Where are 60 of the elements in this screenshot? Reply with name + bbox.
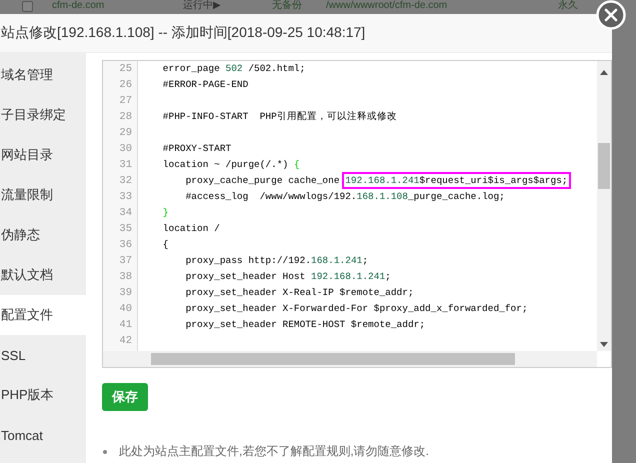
line-number: 38 bbox=[118, 270, 133, 285]
close-button[interactable] bbox=[596, 0, 626, 30]
line-number: 31 bbox=[118, 158, 133, 173]
line-number: 32 bbox=[118, 174, 133, 189]
table-cell-text: 运行中▶ bbox=[183, 0, 222, 12]
code-line: proxy_set_header REMOTE-HOST $remote_addr; bbox=[184, 318, 426, 332]
scrollbar-thumb[interactable] bbox=[151, 353, 515, 365]
code-line: { bbox=[162, 238, 170, 252]
code-line: #PROXY-START bbox=[162, 142, 232, 156]
line-number: 30 bbox=[118, 142, 133, 157]
code-text: proxy_cache_purge cache_one bbox=[184, 175, 341, 186]
dialog-title: 站点修改[192.168.1.108] -- 添加时间[2018-09-25 10:48:17] bbox=[1, 24, 366, 42]
code-line: #PHP-INFO-START PHP引用配置，可以注释或修改 bbox=[162, 110, 398, 124]
table-cell-text: cfm-de.com bbox=[52, 0, 106, 12]
line-number: 34 bbox=[118, 206, 133, 221]
sidebar-item[interactable]: 伪静态 bbox=[0, 215, 86, 255]
code-line: proxy_set_header Host 192.168.1.241; bbox=[184, 270, 392, 284]
vertical-scrollbar[interactable] bbox=[597, 61, 611, 351]
code-line: proxy_pass http://192.168.1.241; bbox=[184, 254, 370, 268]
sidebar-item[interactable]: SSL bbox=[0, 335, 86, 375]
line-number: 26 bbox=[118, 78, 133, 93]
line-number: 28 bbox=[118, 110, 133, 125]
code-line: location ~ /purge(/.*) { bbox=[162, 158, 301, 172]
sidebar-item[interactable]: Tomcat bbox=[0, 415, 86, 455]
table-cell-text: 无备份 bbox=[272, 0, 303, 12]
bullet-icon bbox=[103, 450, 107, 454]
code-editor[interactable] bbox=[102, 60, 612, 368]
line-number: 37 bbox=[118, 254, 133, 269]
sidebar-item[interactable]: 流量限制 bbox=[0, 175, 86, 215]
code-line: proxy_set_header X-Forwarded-For $proxy_add_x_forwarded_for; bbox=[184, 302, 529, 316]
checkbox[interactable] bbox=[22, 1, 33, 12]
sidebar-item[interactable]: 配置文件 bbox=[0, 295, 86, 335]
note-text: 此处为站点主配置文件,若您不了解配置规则,请勿随意修改. bbox=[119, 443, 430, 460]
line-number: 27 bbox=[118, 94, 133, 109]
highlight-box: 192.168.1.241$request_uri$is_args$args; bbox=[345, 175, 568, 186]
sidebar-item[interactable]: 子目录绑定 bbox=[0, 95, 86, 135]
code-line: } bbox=[162, 206, 170, 220]
line-number: 29 bbox=[118, 126, 133, 141]
line-number: 25 bbox=[118, 62, 133, 77]
sidebar-item[interactable]: 域名管理 bbox=[0, 55, 86, 95]
sidebar-item[interactable]: 默认文档 bbox=[0, 255, 86, 295]
scroll-down-icon[interactable] bbox=[600, 342, 608, 347]
scroll-up-icon[interactable] bbox=[600, 70, 608, 75]
line-number: 36 bbox=[118, 238, 133, 253]
code-line: #access_log /www/wwwlogs/192.168.1.108_purge_cache.log; bbox=[184, 190, 506, 204]
line-number: 41 bbox=[118, 318, 133, 333]
code-line: proxy_set_header X-Real-IP $remote_addr; bbox=[184, 286, 415, 300]
scrollbar-thumb[interactable] bbox=[598, 143, 610, 189]
sidebar-item[interactable]: 网站目录 bbox=[0, 135, 86, 175]
table-cell-text: /www/wwwroot/cfm-de.com bbox=[326, 0, 448, 12]
line-number: 33 bbox=[118, 190, 133, 205]
sidebar-item[interactable]: PHP版本 bbox=[0, 375, 86, 415]
horizontal-scrollbar[interactable] bbox=[103, 351, 597, 367]
code-line: error_page 502 /502.html; bbox=[162, 62, 306, 76]
line-number: 42 bbox=[118, 334, 133, 349]
code-line: location / bbox=[162, 222, 221, 236]
line-number: 39 bbox=[118, 286, 133, 301]
line-number: 40 bbox=[118, 302, 133, 317]
code-line: #ERROR-PAGE-END bbox=[162, 78, 250, 92]
line-number: 35 bbox=[118, 222, 133, 237]
